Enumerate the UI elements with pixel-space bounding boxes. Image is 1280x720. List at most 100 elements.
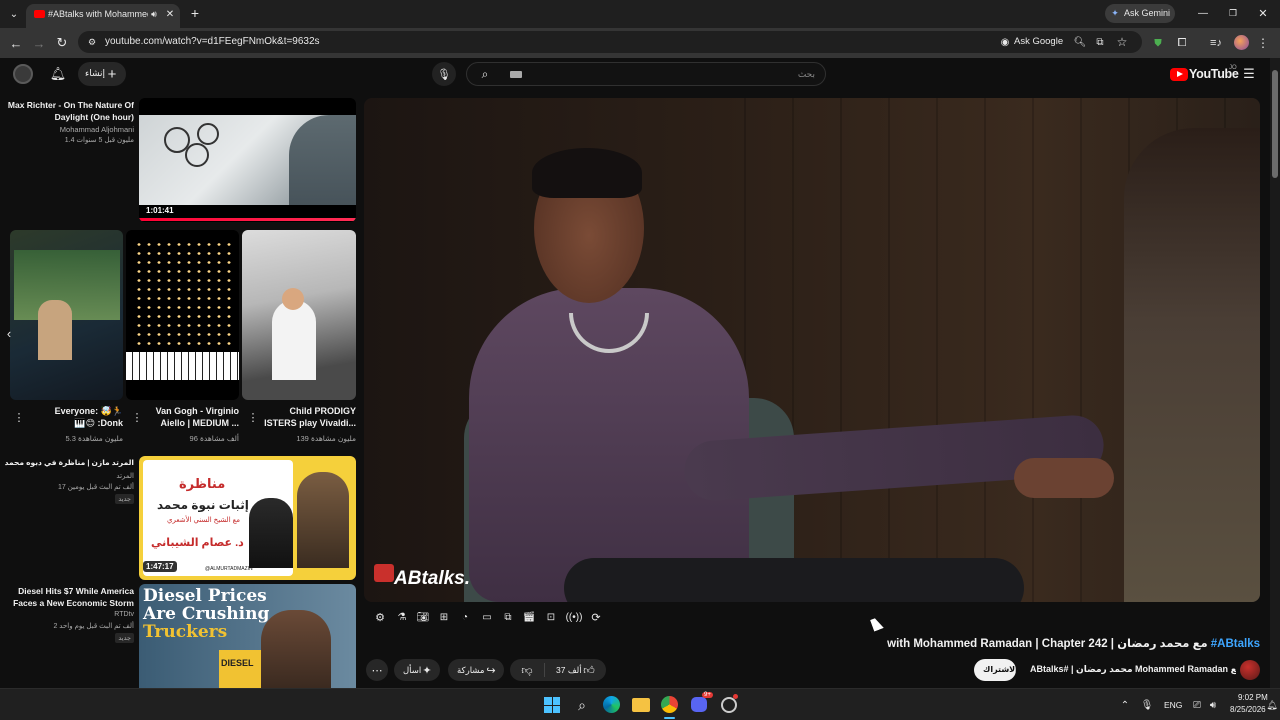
notification-center-icon[interactable]: 🔔︎	[1266, 697, 1278, 713]
browser-tab-strip: ⌄ #ABtalks with Mohammed 🔊︎ ✕ + ✦ Ask Ge…	[0, 0, 1280, 28]
url-text[interactable]: youtube.com/watch?v=d1FEegFNmOk&t=9632s	[105, 36, 320, 47]
short-thumbnail-3[interactable]	[242, 230, 356, 400]
search-bar[interactable]: ⌕ بحث	[466, 62, 826, 86]
taskbar-search-icon[interactable]: ⌕	[572, 695, 592, 715]
channel-avatar[interactable]	[1240, 660, 1260, 680]
more-options-icon[interactable]: ⋮	[14, 410, 25, 424]
shorts-prev-chevron-icon[interactable]: ‹	[2, 324, 16, 342]
edge-browser-icon[interactable]	[603, 696, 620, 713]
search-icon[interactable]: ⌕	[477, 66, 493, 82]
install-app-icon[interactable]: ⧉	[1092, 34, 1108, 50]
site-info-icon[interactable]: ⚙	[84, 34, 100, 50]
settings-gear-icon[interactable]: ⚙	[372, 608, 388, 626]
volume-icon[interactable]: 🔊︎	[1206, 697, 1220, 713]
add-marker-icon[interactable]: ⊞	[436, 608, 452, 626]
chrome-taskbar-icon[interactable]	[661, 696, 678, 713]
short-thumbnail-1[interactable]	[10, 230, 123, 400]
video-player[interactable]: ABtalks.	[364, 98, 1260, 602]
dislike-thumb-icon[interactable]: 👎︎	[520, 662, 534, 678]
chrome-active-indicator	[664, 717, 675, 719]
thumbnail-headline-3: Truckers	[143, 622, 228, 642]
zoom-icon[interactable]: 🔍︎	[1072, 34, 1088, 50]
subscribe-button[interactable]: الاشتراك	[974, 659, 1018, 681]
webcam-settings-icon[interactable]: ⊡	[543, 608, 559, 626]
discord-badge: 9+	[702, 692, 713, 698]
video-title-hashtag[interactable]: #ABtalks	[1211, 638, 1260, 650]
close-tab-icon[interactable]: ✕	[164, 7, 176, 21]
picture-in-picture-icon[interactable]: ⧉	[500, 608, 516, 626]
extension-shield-icon[interactable]: ⛊	[1150, 35, 1166, 51]
speaker-audio-icon[interactable]: 🔊︎	[148, 7, 160, 21]
channel-info[interactable]: ABtalks# | محمد رمضان Mohammed Ramadan م…	[1030, 664, 1236, 675]
ask-ai-button[interactable]: اسأل ✦	[394, 659, 440, 681]
close-window-icon[interactable]: ✕	[1256, 6, 1270, 20]
app-cog-icon[interactable]	[721, 697, 737, 713]
thumbnail-portrait-1	[249, 498, 293, 568]
clock-time[interactable]: 9:02 PM	[1238, 693, 1268, 702]
screenshot-camera-icon[interactable]: 📷︎	[415, 608, 431, 626]
create-button[interactable]: إنشاء +	[78, 62, 126, 86]
minimize-window-icon[interactable]: —	[1196, 6, 1210, 20]
like-count[interactable]: 37 ألف	[556, 665, 582, 676]
search-input[interactable]: بحث	[798, 69, 815, 80]
speed-gauge-icon[interactable]: ◔	[457, 608, 473, 626]
restore-window-icon[interactable]: ❐	[1226, 6, 1240, 20]
share-button[interactable]: مشاركة ↪	[448, 659, 504, 681]
file-explorer-icon[interactable]	[632, 698, 650, 712]
clock-date[interactable]: 8/25/2026	[1230, 705, 1266, 714]
short-views: 96 ألف مشاهدة	[189, 434, 239, 443]
short-thumbnail-2[interactable]	[126, 230, 239, 400]
tab-list-chevron-icon[interactable]: ⌄	[6, 6, 22, 22]
video-thumbnail[interactable]: DIESEL Diesel Prices Are Crushing Trucke…	[139, 584, 356, 688]
like-thumb-icon[interactable]: 👍︎	[582, 662, 596, 678]
account-avatar[interactable]	[13, 64, 33, 84]
video-channel: المرتد	[116, 473, 134, 480]
ask-google-label: Ask Google	[1014, 36, 1064, 47]
bookmark-star-icon[interactable]: ☆	[1114, 34, 1130, 50]
keyboard-icon[interactable]	[510, 71, 522, 78]
youtube-logo[interactable]: YouTube JO	[1170, 65, 1240, 84]
flask-icon[interactable]: ⚗	[394, 608, 410, 626]
clapperboard-icon[interactable]: 🎬︎	[521, 608, 537, 626]
ask-google-button[interactable]: ◉ Ask Google	[996, 33, 1068, 51]
omnibox[interactable]: ⚙ youtube.com/watch?v=d1FEegFNmOk&t=9632…	[78, 31, 1142, 53]
chrome-menu-icon[interactable]: ⋮	[1256, 35, 1270, 51]
windows-start-icon[interactable]	[544, 697, 560, 713]
show-hidden-icons-chevron[interactable]: ⌃	[1118, 697, 1132, 713]
video-thumbnail[interactable]: مناظرة إثبات نبوة محمد مع الشيخ السني ال…	[139, 456, 356, 580]
new-tab-plus-icon[interactable]: +	[188, 5, 202, 21]
ask-label: اسأل	[403, 665, 422, 675]
language-indicator[interactable]: ENG	[1164, 700, 1182, 710]
browser-tab-active[interactable]: #ABtalks with Mohammed 🔊︎ ✕	[26, 4, 180, 28]
hamburger-menu-icon[interactable]: ☰	[1241, 66, 1257, 82]
short-item-2[interactable]: ⋮ Van Gogh - Virginio Aiello | MEDIUM ..…	[126, 404, 240, 444]
short-item-3[interactable]: ⋮ Child PRODIGY ISTERS play Vivaldi... 1…	[242, 404, 357, 444]
recommended-video-max-richter[interactable]: Max Richter - On The Nature Of Daylight …	[8, 98, 356, 222]
theater-mode-icon[interactable]: ▭	[479, 608, 495, 626]
voice-search-button[interactable]: 🎙︎	[432, 62, 456, 86]
thumbnail-presenter	[261, 610, 331, 688]
video-thumbnail[interactable]: 1:01:41	[139, 98, 356, 222]
more-options-icon[interactable]: ⋮	[248, 410, 259, 424]
more-actions-button[interactable]: ⋯	[366, 659, 388, 681]
forward-arrow-icon[interactable]: →	[31, 35, 47, 51]
video-guest-hand	[1014, 458, 1114, 498]
ask-gemini-button[interactable]: ✦ Ask Gemini	[1105, 4, 1175, 23]
more-options-icon[interactable]: ⋮	[132, 410, 143, 424]
media-controls-icon[interactable]: ≡♪	[1208, 35, 1224, 51]
reload-icon[interactable]: ↻	[54, 35, 70, 51]
extensions-puzzle-icon[interactable]: ⧠	[1174, 35, 1190, 51]
recommended-video-diesel[interactable]: Diesel Hits $7 While America Faces a New…	[10, 584, 356, 688]
back-arrow-icon[interactable]: ←	[8, 35, 24, 51]
create-label: إنشاء	[85, 68, 106, 78]
short-item-1[interactable]: ⋮ Everyone: 🤯🏃 🎹😊 :Donk 5.3 مليون مشاهدة	[10, 404, 124, 444]
network-icon[interactable]: ⎚	[1190, 697, 1204, 713]
taskbar-mic-icon[interactable]: 🎙︎	[1140, 697, 1154, 713]
audio-waves-icon[interactable]: ((•))	[565, 608, 583, 626]
notifications-bell-icon[interactable]: 🔔︎	[49, 65, 67, 83]
recommended-video-debate[interactable]: المرتد مازن | مناظرة في دبوه محمد المرتد…	[5, 456, 356, 580]
discord-icon[interactable]	[691, 697, 707, 712]
loop-repeat-icon[interactable]: ⟳	[588, 608, 604, 626]
profile-avatar[interactable]	[1234, 35, 1249, 50]
scrollbar-thumb[interactable]	[1272, 70, 1278, 178]
